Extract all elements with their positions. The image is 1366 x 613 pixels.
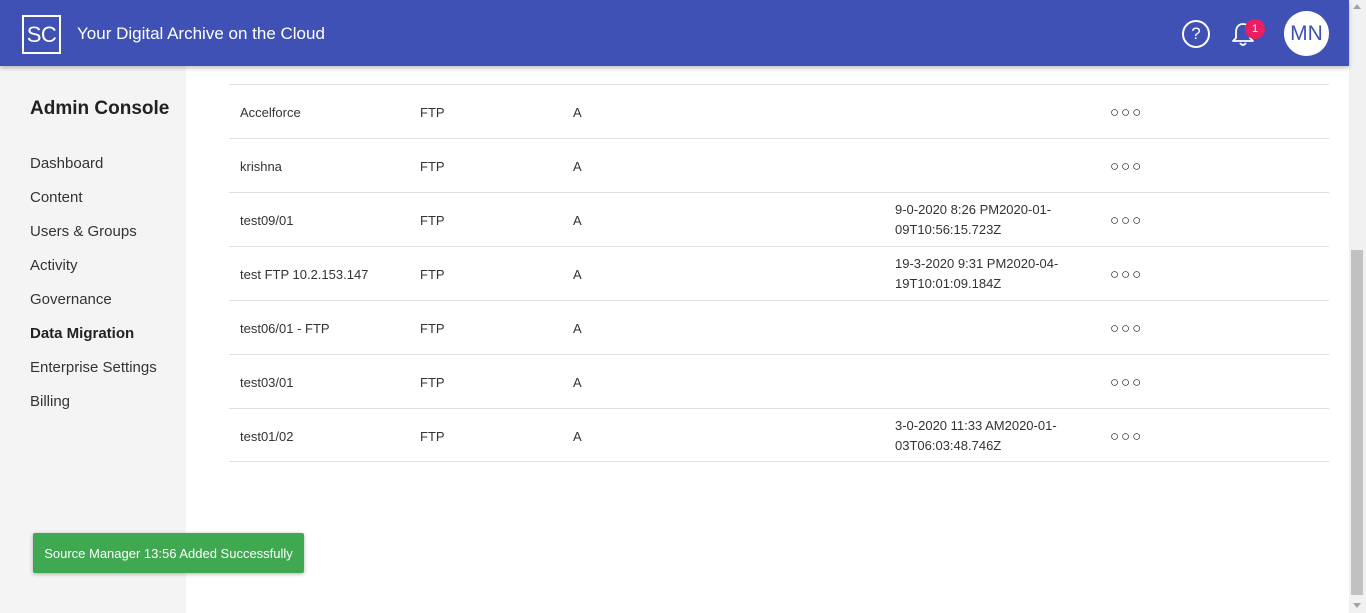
sidebar-item-content[interactable]: Content (30, 189, 157, 223)
source-status: A (573, 374, 582, 390)
sidebar-item-activity[interactable]: Activity (30, 257, 157, 291)
source-date: 9-0-2020 8:26 PM2020-01-09T10:56:15.723Z (895, 202, 1052, 237)
table-row[interactable]: test03/01 FTP A ○○○ (229, 354, 1329, 408)
scroll-down-arrow-icon[interactable] (1353, 603, 1361, 608)
help-icon[interactable]: ? (1182, 20, 1210, 48)
success-toast[interactable]: Source Manager 13:56 Added Successfully (33, 533, 304, 573)
source-type: FTP (420, 320, 445, 336)
row-actions-menu-icon[interactable]: ○○○ (1110, 247, 1143, 301)
source-date (895, 139, 1085, 193)
source-date: 19-3-2020 9:31 PM2020-04-19T10:01:09.184… (895, 256, 1059, 291)
sidebar-title: Admin Console (30, 98, 170, 119)
sidebar-item-enterprise-settings[interactable]: Enterprise Settings (30, 359, 157, 393)
source-name: test03/01 (240, 374, 294, 390)
source-date: 3-0-2020 11:33 AM2020-01-03T06:03:48.746… (895, 418, 1057, 453)
sidebar-item-users-groups[interactable]: Users & Groups (30, 223, 157, 257)
sidebar-item-governance[interactable]: Governance (30, 291, 157, 325)
sidebar-item-data-migration[interactable]: Data Migration (30, 325, 157, 359)
row-actions-menu-icon[interactable]: ○○○ (1110, 139, 1143, 193)
scrollbar-thumb[interactable] (1351, 250, 1363, 595)
table-row[interactable]: test09/01 FTP A 9-0-2020 8:26 PM2020-01-… (229, 192, 1329, 246)
source-name: test FTP 10.2.153.147 (240, 266, 369, 282)
source-name: test09/01 (240, 212, 294, 228)
source-type: FTP (420, 374, 445, 390)
source-type: FTP (420, 212, 445, 228)
source-date (895, 301, 1085, 355)
source-type: FTP (420, 158, 445, 174)
source-table: Accelforce FTP A ○○○ krishna FTP A ○○○ t… (229, 84, 1329, 462)
table-row[interactable]: test01/02 FTP A 3-0-2020 11:33 AM2020-01… (229, 408, 1329, 462)
app-logo[interactable]: SC (22, 15, 61, 54)
source-type: FTP (420, 104, 445, 120)
source-status: A (573, 320, 582, 336)
sidebar-item-billing[interactable]: Billing (30, 393, 157, 427)
source-type: FTP (420, 428, 445, 444)
row-actions-menu-icon[interactable]: ○○○ (1110, 193, 1143, 247)
scroll-up-arrow-icon[interactable] (1353, 4, 1361, 9)
top-app-bar: SC Your Digital Archive on the Cloud ? 1… (0, 0, 1349, 66)
sidebar-nav: Dashboard Content Users & Groups Activit… (30, 155, 157, 427)
source-name: test06/01 - FTP (240, 320, 330, 336)
table-row[interactable]: krishna FTP A ○○○ (229, 138, 1329, 192)
source-date (895, 355, 1085, 409)
table-row[interactable]: test06/01 - FTP FTP A ○○○ (229, 300, 1329, 354)
row-actions-menu-icon[interactable]: ○○○ (1110, 409, 1143, 463)
sidebar: Admin Console Dashboard Content Users & … (0, 66, 186, 613)
vertical-scrollbar[interactable] (1349, 0, 1366, 613)
table-row[interactable]: Accelforce FTP A ○○○ (229, 84, 1329, 138)
app-title: Your Digital Archive on the Cloud (77, 24, 325, 43)
source-status: A (573, 158, 582, 174)
source-type: FTP (420, 266, 445, 282)
notification-badge: 1 (1245, 19, 1265, 39)
source-date (895, 85, 1085, 139)
row-actions-menu-icon[interactable]: ○○○ (1110, 355, 1143, 409)
source-status: A (573, 212, 582, 228)
source-name: test01/02 (240, 428, 294, 444)
row-actions-menu-icon[interactable]: ○○○ (1110, 301, 1143, 355)
source-name: Accelforce (240, 104, 301, 120)
source-name: krishna (240, 158, 282, 174)
source-status: A (573, 428, 582, 444)
table-row[interactable]: test FTP 10.2.153.147 FTP A 19-3-2020 9:… (229, 246, 1329, 300)
source-status: A (573, 266, 582, 282)
source-status: A (573, 104, 582, 120)
row-actions-menu-icon[interactable]: ○○○ (1110, 85, 1143, 139)
user-avatar[interactable]: MN (1284, 11, 1329, 56)
sidebar-item-dashboard[interactable]: Dashboard (30, 155, 157, 189)
